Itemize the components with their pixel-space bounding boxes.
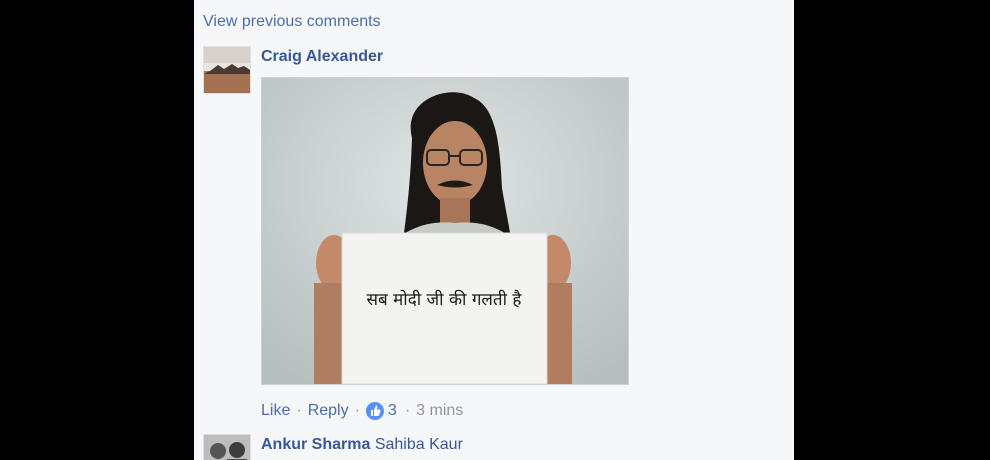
comment-attached-image[interactable]: सब मोदी जी की गलती है (261, 77, 629, 385)
comments-panel: View previous comments Craig Alexander स… (194, 0, 794, 460)
avatar[interactable] (203, 46, 251, 94)
reply-line: Ankur Sharma Sahiba Kaur (261, 436, 463, 454)
avatar[interactable] (203, 434, 251, 460)
comment-author-name[interactable]: Craig Alexander (261, 48, 383, 66)
placard-text: सब मोदी जी की गलती है (367, 289, 523, 310)
avatar-photo (204, 47, 250, 93)
like-thumbs-up-icon[interactable] (365, 402, 384, 420)
comment-actions: Like · Reply · 3 · 3 mins (261, 402, 463, 420)
meme-photo: सब मोदी जी की गलती है (262, 78, 628, 384)
separator: · (354, 402, 360, 419)
reply-link[interactable]: Reply (308, 402, 349, 420)
reply-author-name[interactable]: Ankur Sharma (261, 436, 370, 453)
reaction-count[interactable]: 3 (388, 402, 397, 420)
view-previous-comments-link[interactable]: View previous comments (203, 13, 381, 31)
separator: · (296, 402, 302, 419)
comment-timestamp[interactable]: 3 mins (416, 402, 463, 420)
separator: · (404, 402, 411, 419)
tagged-user-name[interactable]: Sahiba Kaur (375, 436, 463, 453)
like-link[interactable]: Like (261, 402, 290, 420)
avatar-photo (204, 435, 250, 460)
